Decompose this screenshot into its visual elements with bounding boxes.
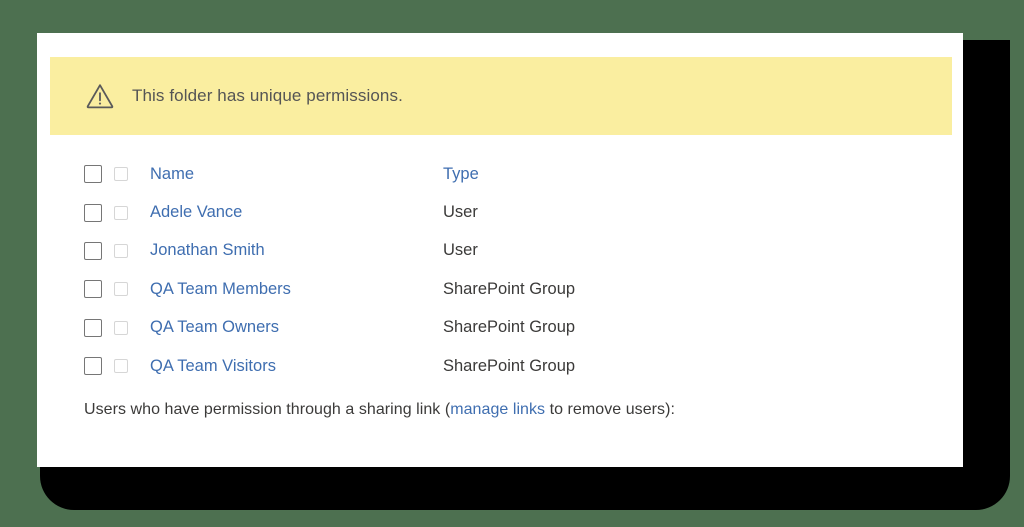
row-type: User xyxy=(443,241,478,260)
row-secondary-checkbox[interactable] xyxy=(114,205,128,220)
row-secondary-checkbox[interactable] xyxy=(114,243,128,258)
row-secondary-checkbox-cell[interactable] xyxy=(114,205,150,220)
secondary-select-all-checkbox[interactable] xyxy=(114,167,128,182)
secondary-select-all-checkbox-cell[interactable] xyxy=(114,167,150,182)
row-checkbox[interactable] xyxy=(84,203,102,222)
column-header-name[interactable]: Name xyxy=(150,165,443,184)
table-row[interactable]: Jonathan Smith User xyxy=(84,232,924,270)
row-checkbox[interactable] xyxy=(84,241,102,260)
table-header-row: Name Type xyxy=(84,155,924,193)
row-secondary-checkbox[interactable] xyxy=(114,320,128,335)
table-row[interactable]: QA Team Owners SharePoint Group xyxy=(84,309,924,347)
manage-links-link[interactable]: manage links xyxy=(450,401,545,418)
row-name[interactable]: Jonathan Smith xyxy=(150,241,443,260)
table-row[interactable]: QA Team Visitors SharePoint Group xyxy=(84,347,924,385)
row-checkbox-cell[interactable] xyxy=(84,357,114,376)
row-secondary-checkbox-cell[interactable] xyxy=(114,320,150,335)
row-checkbox[interactable] xyxy=(84,318,102,337)
sharing-link-note-suffix: to remove users): xyxy=(545,401,675,418)
row-secondary-checkbox-cell[interactable] xyxy=(114,359,150,374)
column-header-type[interactable]: Type xyxy=(443,165,924,184)
row-name[interactable]: Adele Vance xyxy=(150,203,443,222)
row-type: SharePoint Group xyxy=(443,279,576,298)
select-all-checkbox[interactable] xyxy=(84,165,102,184)
table-row[interactable]: QA Team Members SharePoint Group xyxy=(84,270,924,308)
row-secondary-checkbox-cell[interactable] xyxy=(114,282,150,297)
row-secondary-checkbox[interactable] xyxy=(114,282,128,297)
row-checkbox-cell[interactable] xyxy=(84,318,114,337)
permissions-dialog-card: This folder has unique permissions. Name… xyxy=(37,33,963,467)
sharing-link-note-prefix: Users who have permission through a shar… xyxy=(84,401,451,418)
sharing-link-note: Users who have permission through a shar… xyxy=(84,401,675,419)
row-type: User xyxy=(443,203,478,222)
row-name[interactable]: QA Team Members xyxy=(150,280,443,299)
unique-permissions-banner: This folder has unique permissions. xyxy=(50,57,952,135)
row-name[interactable]: QA Team Owners xyxy=(150,318,443,337)
select-all-checkbox-cell[interactable] xyxy=(84,165,114,184)
row-checkbox[interactable] xyxy=(84,357,102,376)
row-checkbox-cell[interactable] xyxy=(84,241,114,260)
row-secondary-checkbox[interactable] xyxy=(114,359,128,374)
row-secondary-checkbox-cell[interactable] xyxy=(114,243,150,258)
row-name[interactable]: QA Team Visitors xyxy=(150,357,443,376)
permissions-table: Name Type Adele Vance User Jonathan Smit… xyxy=(84,155,924,385)
table-row[interactable]: Adele Vance User xyxy=(84,193,924,231)
row-checkbox-cell[interactable] xyxy=(84,203,114,222)
row-type: SharePoint Group xyxy=(443,318,576,337)
warning-triangle-icon xyxy=(86,84,114,109)
row-checkbox[interactable] xyxy=(84,280,102,299)
row-checkbox-cell[interactable] xyxy=(84,280,114,299)
row-type: SharePoint Group xyxy=(443,356,576,375)
banner-message: This folder has unique permissions. xyxy=(132,86,403,105)
